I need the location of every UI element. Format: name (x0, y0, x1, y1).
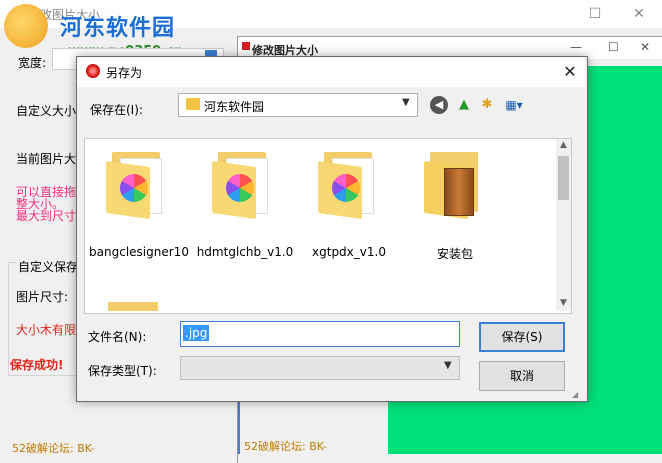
folder-icon[interactable] (108, 302, 158, 311)
file-item-name[interactable]: xgtpdx_v1.0 (294, 245, 404, 259)
scroll-down-icon[interactable]: ▼ (556, 298, 571, 308)
file-item-name[interactable]: 安装包 (400, 245, 510, 262)
hint-line: 最大到尺寸 (16, 209, 77, 223)
watermark-site-name: 河东软件园 (60, 16, 176, 41)
app-icon (86, 64, 100, 78)
filename-label: 文件名(N): (88, 330, 147, 344)
size-limit-text: 大小木有限 (16, 323, 77, 337)
folder-icon[interactable] (212, 152, 272, 220)
custom-save-label: 自定义保存 (16, 258, 81, 275)
image-size-label: 图片尺寸: (16, 290, 69, 304)
scroll-up-icon[interactable]: ▲ (556, 140, 571, 150)
resize-grip-icon[interactable]: ◢ (572, 390, 578, 399)
second-close-button[interactable]: ✕ (640, 40, 650, 54)
new-folder-icon[interactable]: ✱ (478, 96, 496, 114)
chevron-down-icon[interactable]: ▼ (444, 360, 452, 371)
dialog-close-button[interactable]: ✕ (556, 58, 584, 86)
file-item-name[interactable]: bangclesigner10 (84, 245, 194, 259)
file-item-name[interactable]: hdmtglchb_v1.0 (190, 245, 300, 259)
folder-icon[interactable] (106, 152, 166, 220)
back-arrow-icon[interactable]: ◀ (430, 96, 448, 114)
save-success-text: 保存成功! (10, 358, 64, 372)
view-menu-icon[interactable]: ▦▾ (502, 96, 526, 114)
chevron-down-icon[interactable]: ▼ (402, 97, 410, 108)
watermark-logo-icon (4, 4, 48, 48)
filetype-dropdown[interactable] (180, 356, 460, 380)
maximize-button[interactable]: ☐ (572, 0, 618, 28)
hint-text: 可以直接拖 整大小。 最大到尺寸 (16, 186, 76, 222)
current-size-label: 当前图片大 (16, 152, 77, 166)
width-label: 宽度: (18, 56, 47, 70)
archive-folder-icon[interactable] (424, 152, 484, 220)
folder-icon (186, 98, 200, 110)
filename-input[interactable] (180, 321, 460, 347)
dialog-titlebar (77, 57, 585, 87)
save-button[interactable]: 保存(S) (479, 322, 565, 352)
save-in-label: 保存在(I): (90, 103, 143, 117)
main-footer: 52破解论坛: BK- (12, 442, 95, 455)
close-button[interactable]: ✕ (616, 0, 662, 28)
dialog-title: 另存为 (106, 66, 143, 80)
filename-value[interactable]: .jpg (183, 325, 210, 341)
custom-size-label: 自定义大小 (16, 104, 77, 118)
cancel-button[interactable]: 取消 (479, 361, 565, 391)
second-window-app-icon (242, 42, 250, 50)
up-folder-icon[interactable]: ▲ (455, 96, 473, 114)
second-minimize-button[interactable]: — (570, 40, 582, 54)
folder-icon[interactable] (318, 152, 378, 220)
scrollbar-thumb[interactable] (558, 156, 569, 200)
save-in-value: 河东软件园 (204, 100, 265, 114)
second-window-footer: 52破解论坛: BK- (244, 440, 327, 453)
second-maximize-button[interactable]: ☐ (608, 40, 619, 54)
filetype-label: 保存类型(T): (88, 364, 157, 378)
